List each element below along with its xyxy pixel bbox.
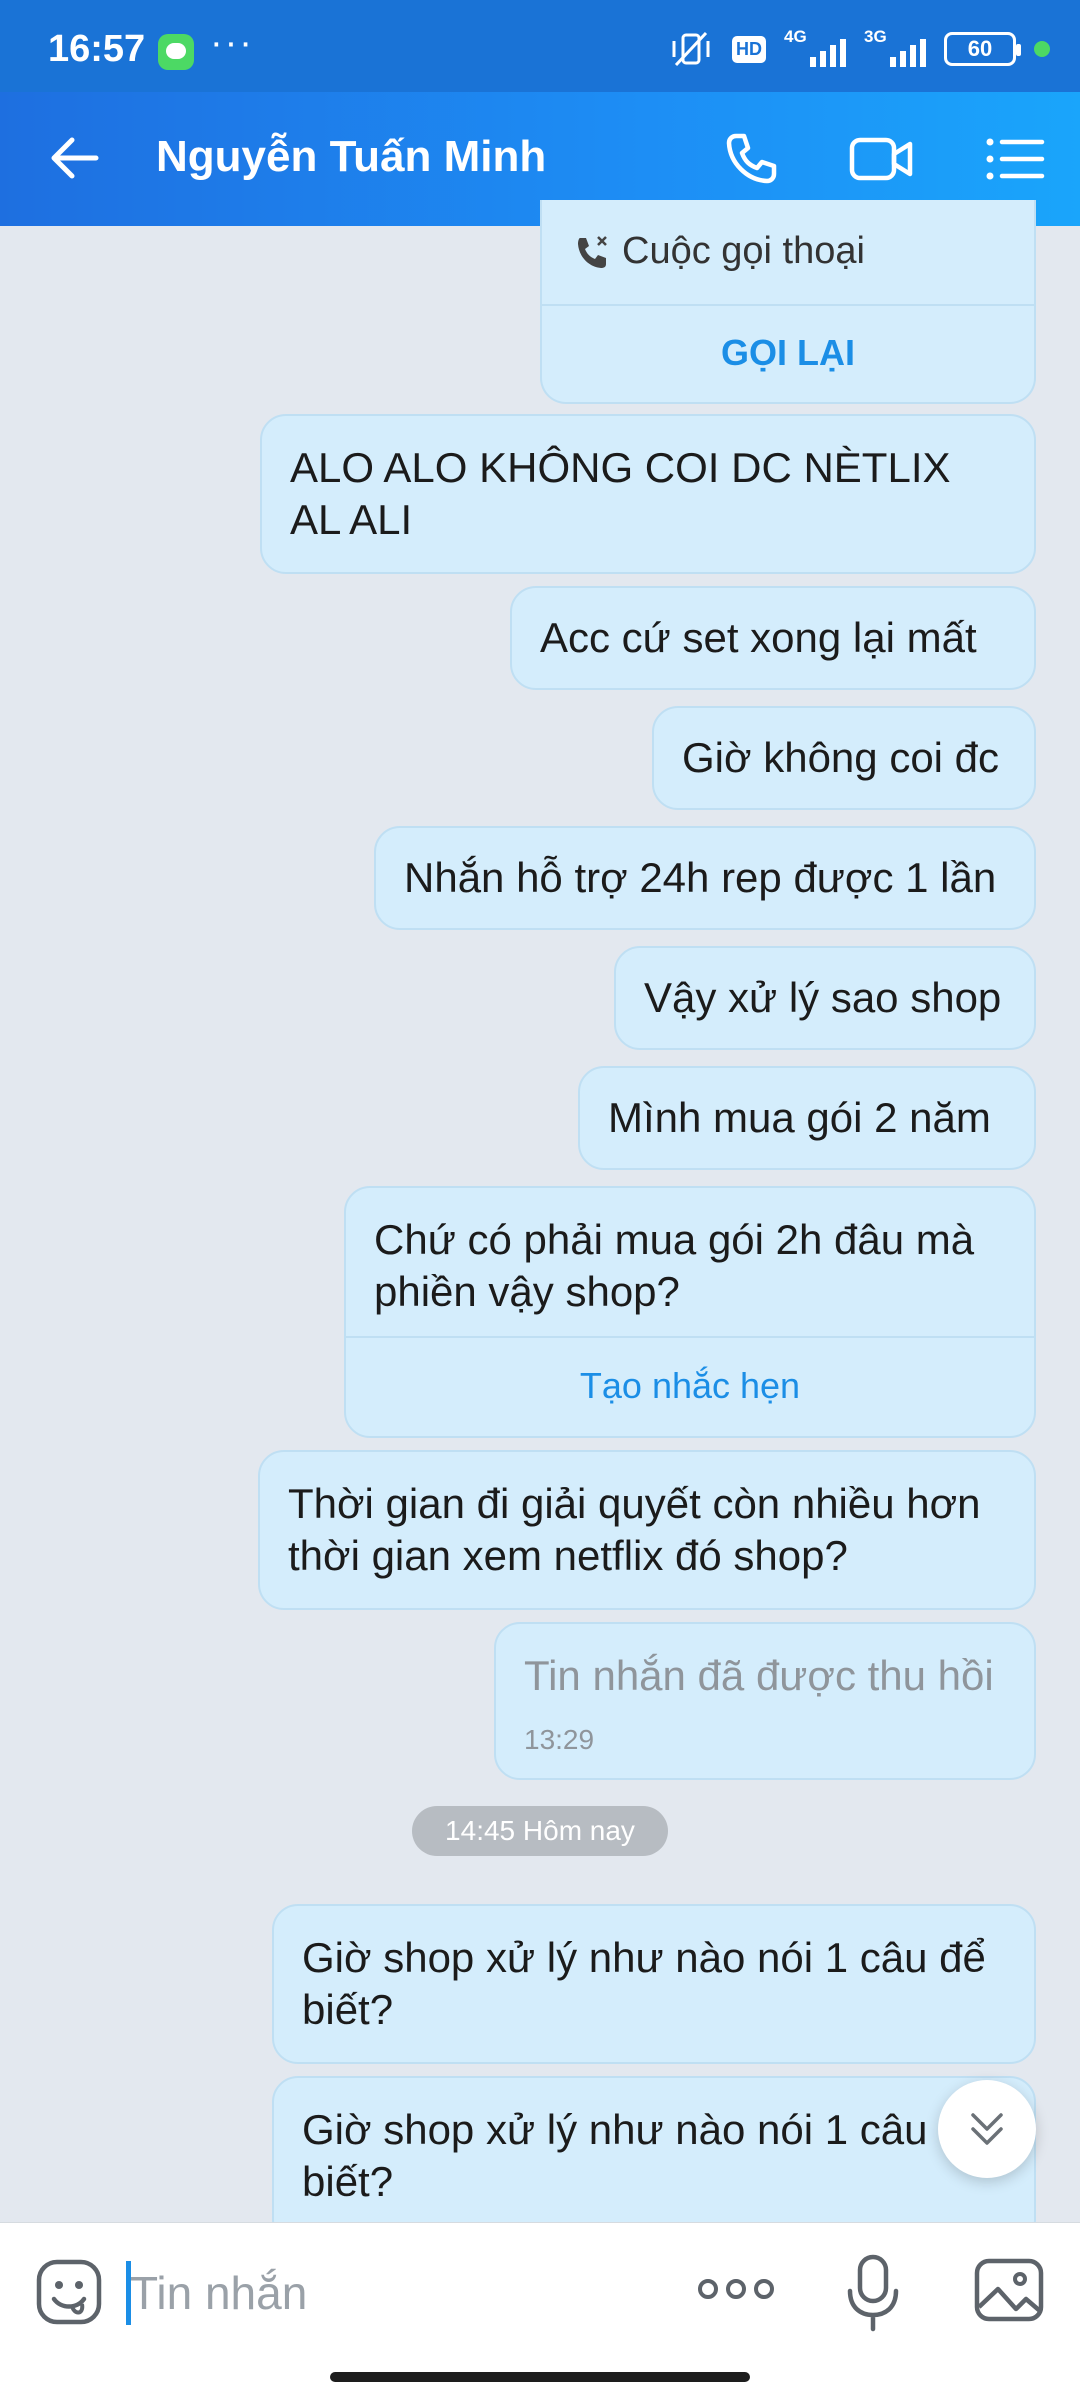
message-bubble[interactable]: Nhắn hỗ trợ 24h rep được 1 lần xyxy=(374,826,1036,930)
message-text: Tin nhắn đã được thu hồi xyxy=(524,1652,994,1699)
message-text: Nhắn hỗ trợ 24h rep được 1 lần xyxy=(404,854,997,901)
line-app-icon xyxy=(158,34,194,70)
battery-level: 60 xyxy=(967,36,993,61)
battery-icon: 60 xyxy=(944,32,1021,66)
message-text: ALO ALO KHÔNG COI DC NÈTLIX AL ALI xyxy=(290,444,960,543)
message-bubble[interactable]: Giờ shop xử lý như nào nói 1 câu để biết… xyxy=(272,2076,1036,2246)
message-input-bar xyxy=(0,2222,1080,2400)
contact-name[interactable]: Nguyễn Tuấn Minh xyxy=(156,132,546,182)
message-text: Chứ có phải mua gói 2h đâu mà phiền vậy … xyxy=(374,1216,986,1315)
sticker-emoji-icon[interactable] xyxy=(34,2257,104,2327)
missed-call-icon xyxy=(578,235,607,268)
call-back-button[interactable]: GỌI LẠI xyxy=(542,332,1034,374)
divider xyxy=(542,304,1034,306)
status-indicators: HD 4G 3G 60 xyxy=(668,26,1050,72)
vibrate-off-icon xyxy=(672,31,710,67)
hd-badge: HD xyxy=(732,35,766,63)
back-arrow-icon[interactable] xyxy=(46,128,106,188)
signal-4g-icon: 4G xyxy=(784,27,846,69)
more-options-icon[interactable] xyxy=(694,2269,778,2309)
create-reminder-button[interactable]: Tạo nhắc hẹn xyxy=(346,1338,1034,1434)
message-text: Giờ shop xử lý như nào nói 1 câu để biết… xyxy=(302,2106,986,2205)
message-bubble[interactable]: Vậy xử lý sao shop xyxy=(614,946,1036,1050)
message-bubble[interactable]: Acc cứ set xong lại mất xyxy=(510,586,1036,690)
message-bubble[interactable]: Giờ shop xử lý như nào nói 1 câu để biết… xyxy=(272,1904,1036,2064)
network-label-1: 4G xyxy=(784,27,807,46)
status-bar: 16:57 ··· HD 4G 3G 60 xyxy=(0,0,1080,92)
status-more: ··· xyxy=(210,22,254,64)
missed-call-card: Cuộc gọi thoại GỌI LẠI xyxy=(540,200,1036,404)
call-info: Cuộc gọi thoại xyxy=(574,230,865,273)
image-gallery-icon[interactable] xyxy=(972,2253,1046,2327)
message-bubble[interactable]: ALO ALO KHÔNG COI DC NÈTLIX AL ALI xyxy=(260,414,1036,574)
message-bubble[interactable]: Giờ không coi đc xyxy=(652,706,1036,810)
date-separator: 14:45 Hôm nay xyxy=(412,1806,668,1856)
menu-list-icon[interactable] xyxy=(982,126,1048,192)
message-text: Giờ không coi đc xyxy=(682,734,1000,781)
message-text: Giờ shop xử lý như nào nói 1 câu để biết… xyxy=(302,1934,998,2033)
signal-3g-icon: 3G xyxy=(864,27,926,69)
message-bubble[interactable]: Thời gian đi giải quyết còn nhiều hơn th… xyxy=(258,1450,1036,1610)
scroll-to-bottom-button[interactable] xyxy=(938,2080,1036,2178)
phone-icon[interactable] xyxy=(718,126,784,192)
network-label-2: 3G xyxy=(864,27,887,46)
recalled-message[interactable]: Tin nhắn đã được thu hồi 13:29 xyxy=(494,1622,1036,1780)
message-text: Vậy xử lý sao shop xyxy=(644,974,1002,1021)
status-time: 16:57 xyxy=(48,28,146,70)
home-indicator[interactable] xyxy=(330,2372,750,2382)
microphone-icon[interactable] xyxy=(838,2253,908,2333)
video-call-icon[interactable] xyxy=(848,126,914,192)
chevron-double-down-icon xyxy=(971,2113,1003,2145)
message-bubble[interactable]: Mình mua gói 2 năm xyxy=(578,1066,1036,1170)
message-bubble-with-action[interactable]: Chứ có phải mua gói 2h đâu mà phiền vậy … xyxy=(344,1186,1036,1438)
message-text: Acc cứ set xong lại mất xyxy=(540,614,977,661)
message-text: Mình mua gói 2 năm xyxy=(608,1094,991,1141)
message-input[interactable] xyxy=(130,2263,670,2323)
status-dot xyxy=(1034,41,1050,57)
call-label: Cuộc gọi thoại xyxy=(622,230,865,272)
message-time: 13:29 xyxy=(524,1724,595,1755)
message-text: Thời gian đi giải quyết còn nhiều hơn th… xyxy=(288,1480,993,1579)
